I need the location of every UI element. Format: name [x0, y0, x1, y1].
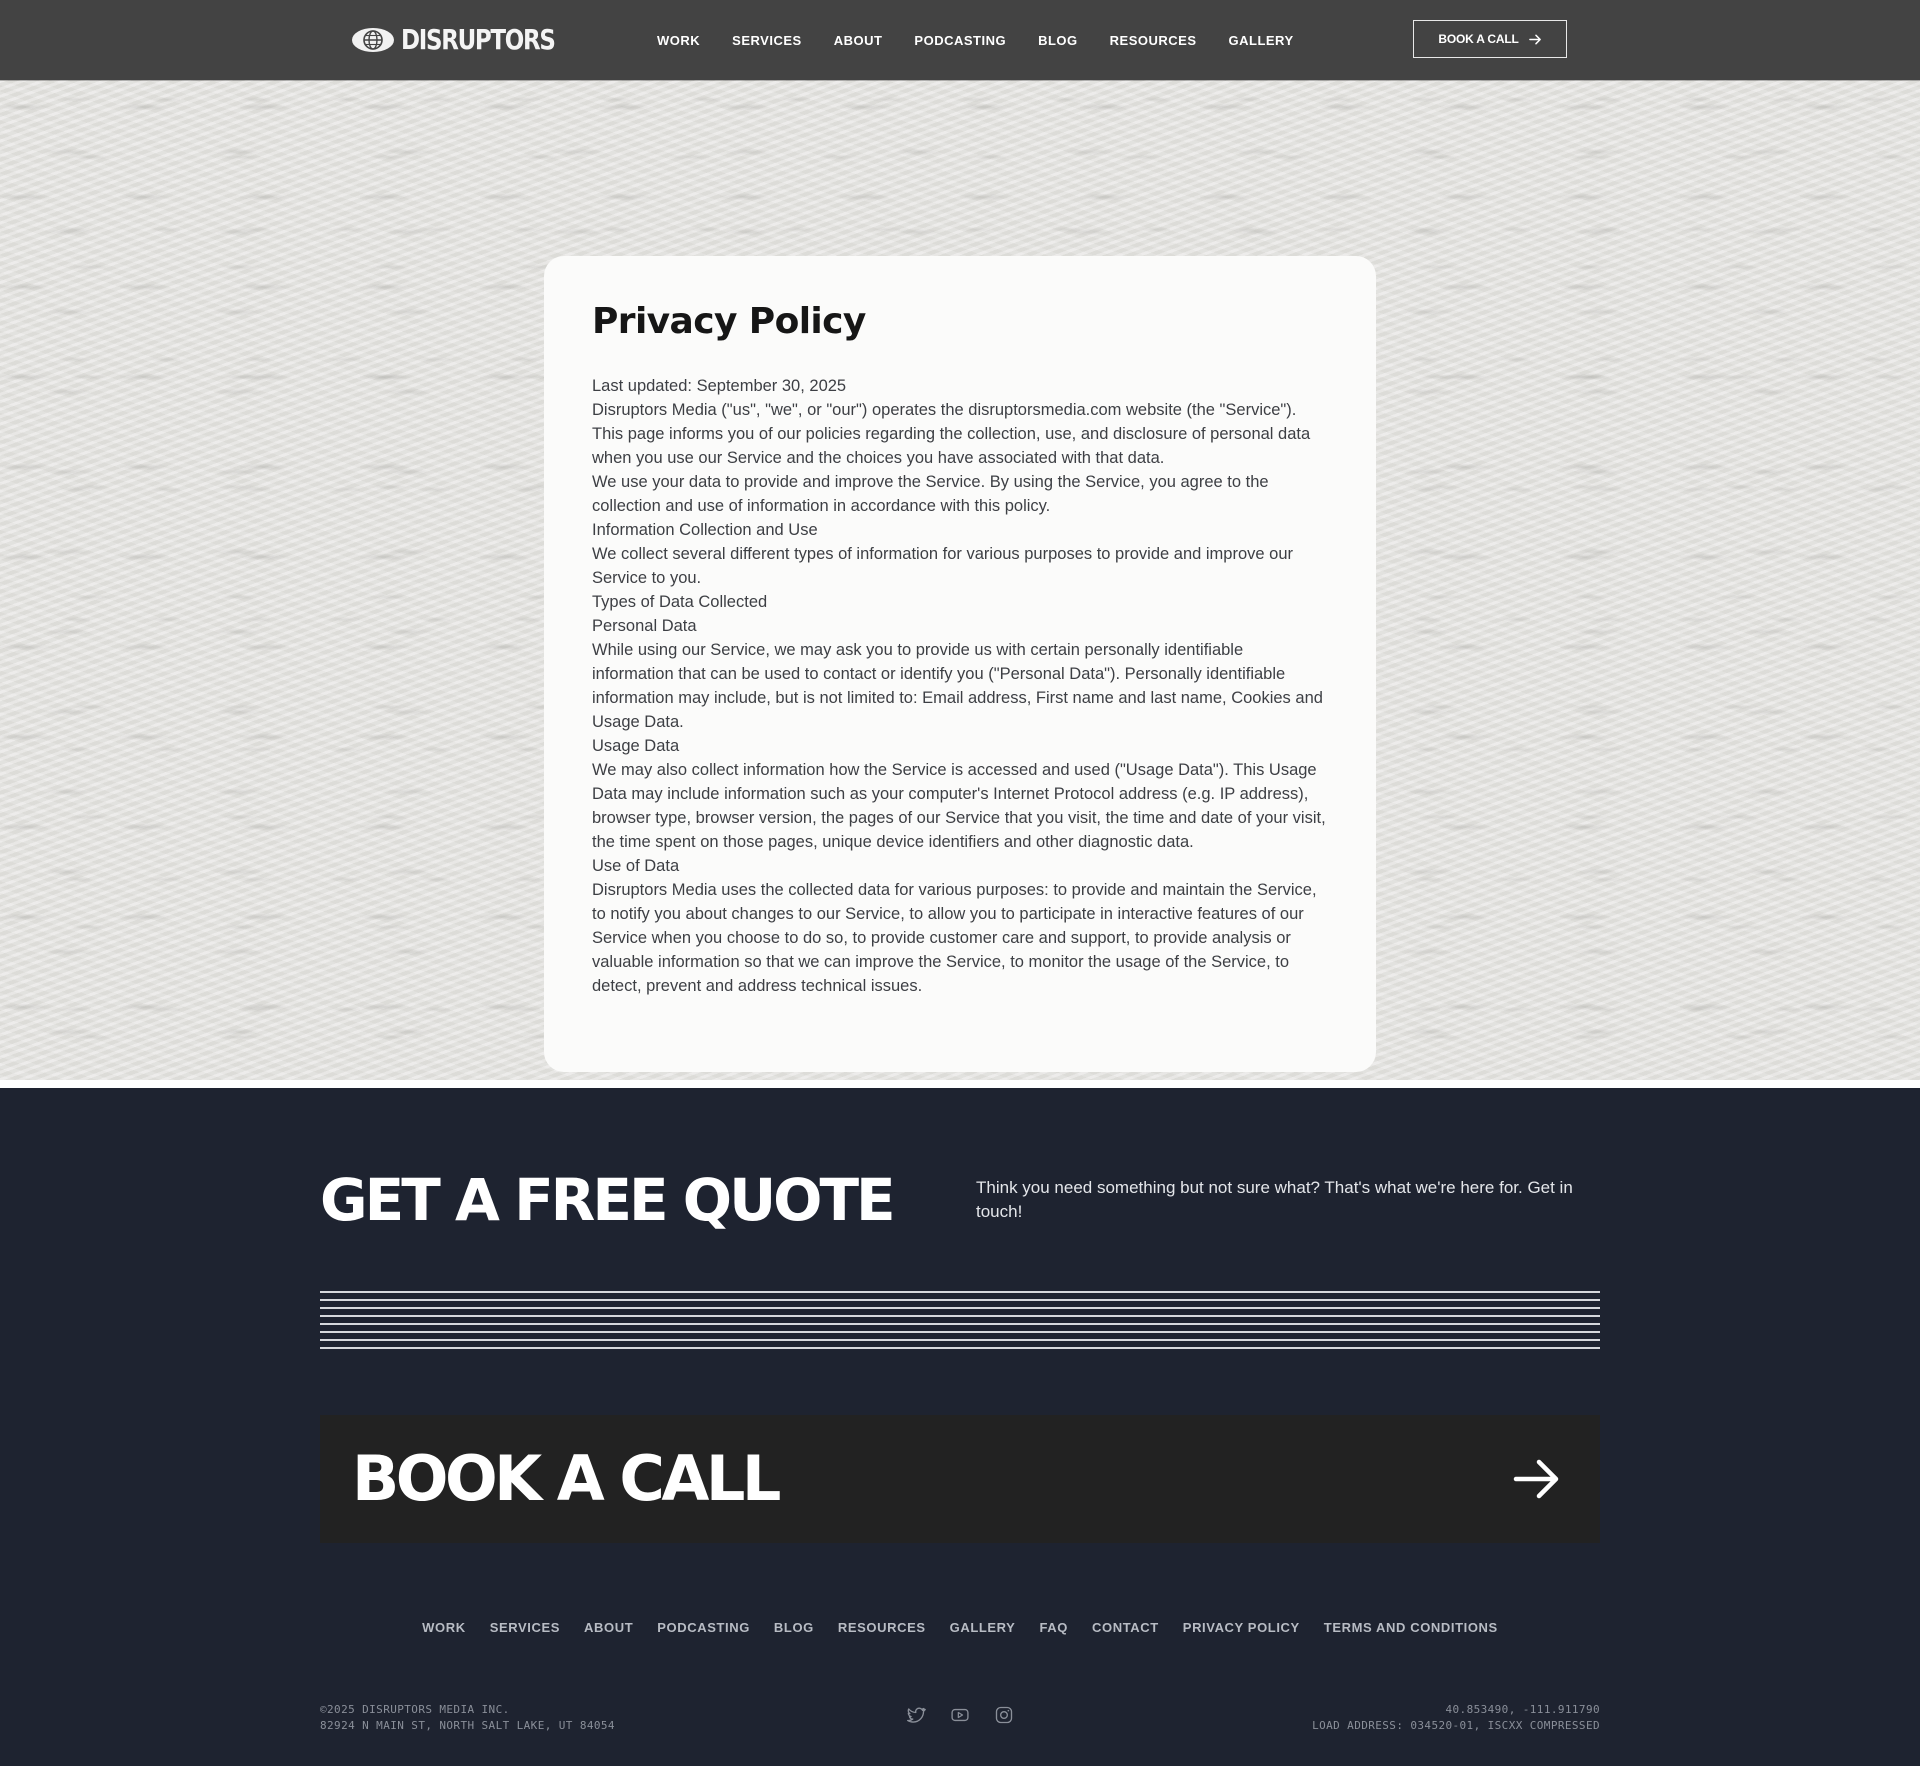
policy-heading: Personal Data: [592, 617, 697, 635]
policy-heading: Use of Data: [592, 857, 680, 875]
book-a-call-banner-label: BOOK A CALL: [352, 1442, 781, 1515]
company-info: ©2025 DISRUPTORS MEDIA INC. 82924 N MAIN…: [320, 1702, 615, 1734]
footer-link-about[interactable]: ABOUT: [584, 1620, 633, 1635]
free-quote-text: Think you need something but not sure wh…: [976, 1178, 1573, 1221]
footer-link-gallery[interactable]: GALLERY: [950, 1620, 1016, 1635]
load-address: LOAD ADDRESS: 034520-01, ISCXX COMPRESSE…: [1312, 1719, 1600, 1732]
footer-nav: WORK SERVICES ABOUT PODCASTING BLOG RESO…: [0, 1620, 1920, 1635]
site-footer: GET A FREE QUOTE Think you need somethin…: [0, 1088, 1920, 1766]
globe-logo-icon: [352, 28, 394, 52]
book-a-call-label: BOOK A CALL: [1438, 32, 1519, 46]
footer-link-resources[interactable]: RESOURCES: [838, 1620, 926, 1635]
arrow-right-icon: [1513, 1459, 1559, 1499]
logo-link[interactable]: DISRUPTORS: [351, 24, 588, 56]
footer-link-faq[interactable]: FAQ: [1039, 1620, 1068, 1635]
policy-paragraph: We may also collect information how the …: [592, 761, 1326, 851]
youtube-link[interactable]: [950, 1705, 970, 1725]
footer-link-podcasting[interactable]: PODCASTING: [657, 1620, 750, 1635]
site-header: DISRUPTORS WORK SERVICES ABOUT PODCASTIN…: [0, 0, 1920, 80]
policy-heading: Information Collection and Use: [592, 521, 818, 539]
nav-link-services[interactable]: SERVICES: [732, 33, 802, 48]
nav-link-gallery[interactable]: GALLERY: [1229, 33, 1294, 48]
coordinates: 40.853490, -111.911790: [1445, 1703, 1600, 1716]
arrow-right-icon: [1528, 34, 1541, 44]
nav-link-about[interactable]: ABOUT: [834, 33, 883, 48]
free-quote-heading: GET A FREE QUOTE: [320, 1166, 896, 1234]
page-title: Privacy Policy: [592, 301, 866, 342]
footer-link-blog[interactable]: BLOG: [774, 1620, 814, 1635]
privacy-policy-card: Privacy Policy Last updated: September 3…: [544, 256, 1376, 1072]
location-info: 40.853490, -111.911790 LOAD ADDRESS: 034…: [1312, 1702, 1600, 1734]
instagram-icon: [995, 1706, 1013, 1724]
nav-link-blog[interactable]: BLOG: [1038, 33, 1078, 48]
footer-link-services[interactable]: SERVICES: [490, 1620, 560, 1635]
last-updated: Last updated: September 30, 2025: [592, 377, 847, 395]
policy-paragraph: Disruptors Media ("us", "we", or "our") …: [592, 401, 1311, 467]
nav-link-resources[interactable]: RESOURCES: [1110, 33, 1197, 48]
policy-paragraph: Disruptors Media uses the collected data…: [592, 881, 1317, 995]
footer-link-contact[interactable]: CONTACT: [1092, 1620, 1159, 1635]
instagram-link[interactable]: [994, 1705, 1014, 1725]
footer-link-work[interactable]: WORK: [422, 1620, 466, 1635]
policy-heading: Types of Data Collected: [592, 593, 768, 611]
youtube-icon: [951, 1708, 969, 1722]
policy-body: Last updated: September 30, 2025 Disrupt…: [592, 374, 1328, 998]
nav-link-podcasting[interactable]: PODCASTING: [914, 33, 1006, 48]
copyright: ©2025 DISRUPTORS MEDIA INC.: [320, 1703, 510, 1716]
policy-paragraph: We use your data to provide and improve …: [592, 473, 1269, 515]
footer-link-privacy-policy[interactable]: PRIVACY POLICY: [1183, 1620, 1300, 1635]
footer-link-terms[interactable]: TERMS AND CONDITIONS: [1324, 1620, 1498, 1635]
logo-text: DISRUPTORS: [401, 23, 556, 56]
twitter-link[interactable]: [906, 1705, 926, 1725]
policy-paragraph: We collect several different types of in…: [592, 545, 1293, 587]
book-a-call-button[interactable]: BOOK A CALL: [1413, 20, 1567, 58]
policy-paragraph: While using our Service, we may ask you …: [592, 641, 1323, 731]
company-address: 82924 N MAIN ST, NORTH SALT LAKE, UT 840…: [320, 1719, 615, 1732]
nav-link-work[interactable]: WORK: [657, 33, 700, 48]
textured-background: Privacy Policy Last updated: September 3…: [0, 80, 1920, 1088]
book-a-call-banner[interactable]: BOOK A CALL: [320, 1415, 1600, 1543]
main-nav: WORK SERVICES ABOUT PODCASTING BLOG RESO…: [657, 0, 1294, 80]
decorative-stripes: [320, 1291, 1600, 1351]
twitter-icon: [907, 1707, 926, 1723]
policy-heading: Usage Data: [592, 737, 680, 755]
social-links: [906, 1705, 1014, 1725]
